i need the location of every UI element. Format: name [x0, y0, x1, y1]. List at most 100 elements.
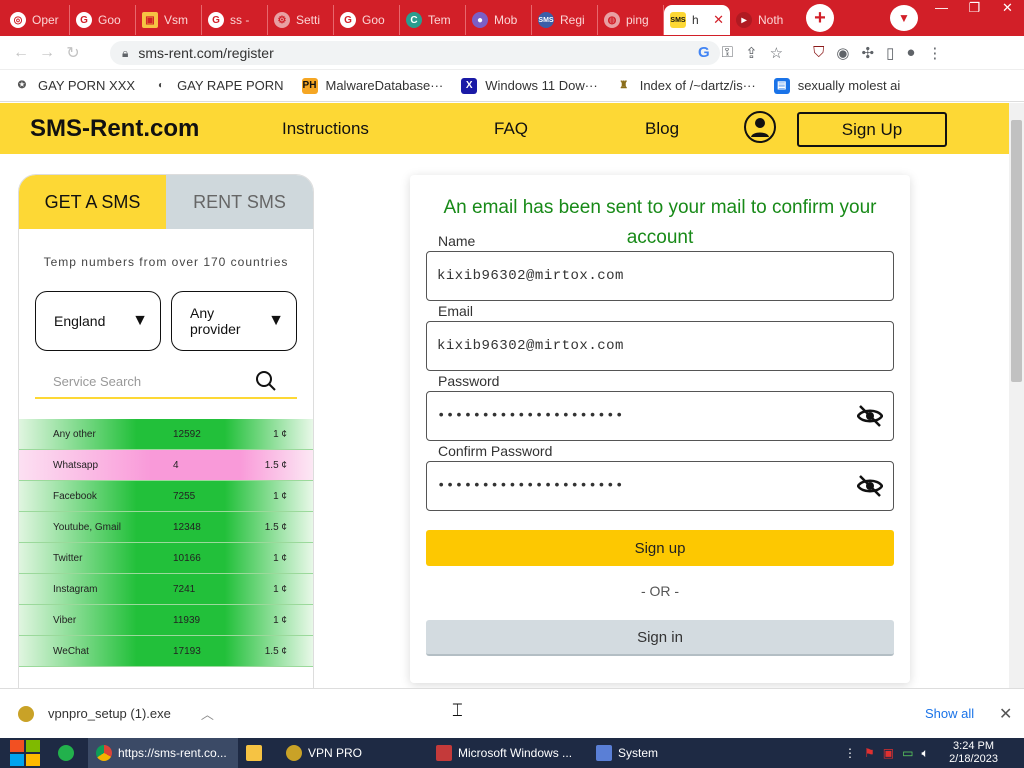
nav-blog[interactable]: Blog [645, 119, 679, 139]
close-window-icon[interactable]: ✕ [991, 0, 1024, 18]
service-row[interactable]: Any other 12592 1 ¢ [19, 419, 313, 450]
bookmark-item[interactable]: ♜ Index of /~dartz/is··· [616, 78, 755, 94]
restore-icon[interactable]: ❐ [958, 0, 991, 18]
taskbar-explorer[interactable] [238, 738, 278, 768]
site-logo[interactable]: SMS-Rent.com [30, 115, 199, 143]
flag-icon[interactable]: ⚑ [864, 746, 875, 760]
sign-up-button[interactable]: Sign up [426, 530, 894, 566]
bookmark-star-icon[interactable]: ☆ [770, 44, 783, 62]
bookmark-item[interactable]: ✪ GAY PORN XXX [14, 78, 135, 94]
service-row[interactable]: WeChat 17193 1.5 ¢ [19, 636, 313, 667]
close-download-bar-icon[interactable]: ✕ [999, 704, 1012, 724]
tray-red-icon[interactable]: ▣ [883, 746, 894, 760]
ph-icon: PH [301, 77, 318, 94]
nav-faq[interactable]: FAQ [494, 119, 528, 139]
mouse-cursor-icon: ⌶ [452, 700, 463, 720]
reload-icon[interactable]: ↻ [60, 43, 86, 63]
browser-tab[interactable]: ◎ Oper [4, 5, 70, 35]
bookmark-item[interactable]: X Windows 11 Dow··· [461, 77, 598, 94]
scrollbar-thumb[interactable] [1011, 120, 1022, 382]
back-icon[interactable]: ← [8, 44, 34, 62]
bookmark-item[interactable]: ◐ GAY RAPE PORN [153, 78, 283, 94]
taskbar-chrome[interactable]: https://sms-rent.co... [88, 738, 238, 768]
key-icon[interactable]: ⚿ [722, 44, 733, 62]
close-tab-icon[interactable]: ✕ [713, 12, 724, 28]
minimize-icon[interactable]: — [925, 0, 958, 18]
hide-password-icon[interactable] [857, 475, 883, 497]
service-row[interactable]: Twitter 10166 1 ¢ [19, 543, 313, 574]
forward-icon[interactable]: → [34, 44, 60, 62]
country-select[interactable]: England ▼ [35, 291, 161, 351]
bookmark-item[interactable]: PH MalwareDatabase··· [301, 77, 443, 94]
tray-overflow-icon[interactable]: ⋮ [844, 746, 856, 760]
browser-tab[interactable]: ▣ Vsm [136, 5, 202, 35]
email-field[interactable]: kixib96302@mirtox.com [426, 321, 894, 371]
volume-icon[interactable]: 🔈︎ [921, 746, 928, 761]
folder-icon [246, 745, 262, 761]
browser-tab[interactable]: ⚙ Setti [268, 5, 334, 35]
user-profile-icon[interactable] [744, 111, 776, 143]
browser-tab[interactable]: ▸ Noth [730, 5, 796, 35]
taskbar-vpn-pro[interactable]: VPN PRO [278, 738, 428, 768]
tab-search-icon[interactable]: ▼ [890, 5, 918, 31]
download-item[interactable]: vpnpro_setup (1).exe ︿ [18, 704, 214, 723]
taskbar-windows-app[interactable]: Microsoft Windows ... [428, 738, 588, 768]
service-search-input[interactable]: Service Search [35, 365, 297, 399]
taskbar-app-green[interactable] [50, 738, 88, 768]
bookmark-item[interactable]: ▤ sexually molest ai [773, 77, 900, 94]
chevron-up-icon[interactable]: ︿ [201, 704, 214, 723]
service-list: Any other 12592 1 ¢ Whatsapp 4 1.5 ¢ Faceboo… [19, 419, 313, 667]
browser-tab[interactable]: ● Mob [466, 5, 532, 35]
red-icon: ▸ [736, 12, 752, 28]
browser-tab[interactable]: G Goo [334, 5, 400, 35]
tab-rent-sms[interactable]: RENT SMS [166, 175, 313, 229]
sidepanel-icon[interactable]: ▯ [886, 44, 894, 62]
vpn-installer-icon [18, 705, 34, 722]
url-text: sms-rent.com/register [138, 45, 274, 61]
register-card: An email has been sent to your mail to c… [410, 175, 910, 683]
name-field[interactable]: kixib96302@mirtox.com [426, 251, 894, 301]
provider-select[interactable]: Any provider ▼ [171, 291, 297, 351]
sign-in-button[interactable]: Sign in [426, 620, 894, 656]
extensions-puzzle-icon[interactable]: ✣ [861, 44, 874, 62]
browser-tab[interactable]: SMS Regi [532, 5, 598, 35]
system-clock[interactable]: 3:24 PM 2/18/2023 [949, 740, 998, 766]
browser-tab[interactable]: Gss - [202, 5, 268, 35]
google-lens-icon[interactable]: G [698, 44, 710, 62]
tab-get-sms[interactable]: GET A SMS [19, 175, 166, 229]
extension-avatar-icon[interactable]: ◉ [836, 44, 849, 62]
toolbar-icons: G ⚿ ⇪ ☆ ⛉ ◉ ✣ ▯ ● ⋮ [698, 44, 942, 62]
lock-icon[interactable]: 🔒︎ [122, 46, 128, 61]
browser-tab[interactable]: ◍ ping [598, 5, 664, 35]
caret-down-icon: ▼ [132, 312, 148, 329]
profile-icon[interactable]: ● [906, 44, 915, 62]
windows-app-icon [436, 745, 452, 761]
temp-icon: C [406, 12, 422, 28]
url-bar[interactable]: 🔒︎ sms-rent.com/register [110, 41, 720, 65]
share-icon[interactable]: ⇪ [745, 44, 758, 62]
password-field[interactable]: ••••••••••••••••••••• [426, 391, 894, 441]
browser-tab[interactable]: C Tem [400, 5, 466, 35]
browser-tab-active[interactable]: SMS h ✕ [664, 5, 730, 35]
service-row[interactable]: Facebook 7255 1 ¢ [19, 481, 313, 512]
menu-icon[interactable]: ⋮ [927, 44, 942, 62]
start-button[interactable] [0, 738, 50, 768]
new-tab-button[interactable]: + [806, 4, 834, 32]
search-icon[interactable] [255, 370, 277, 392]
caret-down-icon: ▼ [268, 312, 284, 329]
globe-icon: ◐ [158, 80, 165, 91]
service-row[interactable]: Viber 11939 1 ¢ [19, 605, 313, 636]
ublock-icon[interactable]: ⛉ [813, 44, 824, 62]
confirm-password-field[interactable]: ••••••••••••••••••••• [426, 461, 894, 511]
header-signup-button[interactable]: Sign Up [797, 112, 947, 147]
panel-description: Temp numbers from over 170 countries [43, 255, 289, 269]
show-all-downloads-link[interactable]: Show all [925, 706, 974, 721]
hide-password-icon[interactable] [857, 405, 883, 427]
network-icon[interactable]: ▭ [902, 746, 913, 760]
browser-tab[interactable]: G Goo [70, 5, 136, 35]
service-row[interactable]: Instagram 7241 1 ¢ [19, 574, 313, 605]
service-row[interactable]: Youtube, Gmail 12348 1.5 ¢ [19, 512, 313, 543]
service-row-highlighted[interactable]: Whatsapp 4 1.5 ¢ [19, 450, 313, 481]
taskbar-system[interactable]: System [588, 738, 728, 768]
nav-instructions[interactable]: Instructions [282, 119, 369, 139]
